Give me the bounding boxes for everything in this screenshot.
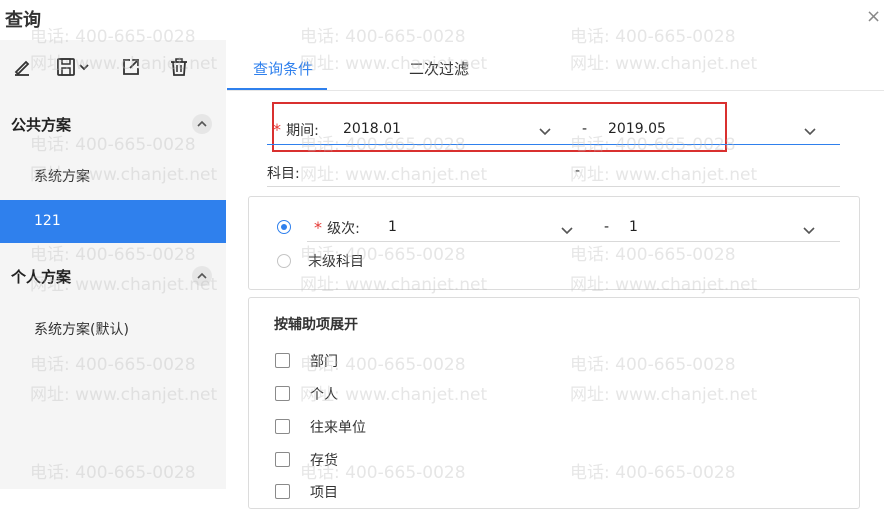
level-label-group: * 级次: [314, 218, 360, 238]
aux-expand-title: 按辅助项展开 [274, 317, 358, 333]
scheme-item-label: 121 [34, 213, 61, 229]
required-mark: * [273, 120, 281, 139]
checkbox-inventory[interactable] [275, 452, 290, 467]
scheme-item-121[interactable]: 121 [0, 200, 226, 243]
level-label: 级次: [327, 221, 360, 237]
subject-separator: - [575, 163, 581, 179]
subject-label: 科目: [267, 166, 300, 182]
export-icon[interactable] [119, 53, 143, 81]
level-separator: - [604, 219, 610, 235]
chevron-down-icon[interactable] [538, 122, 552, 141]
personal-schemes-title: 个人方案 [11, 268, 72, 286]
title-bar: 查询 × [0, 0, 884, 40]
leaf-subject-radio[interactable] [277, 254, 291, 268]
tab-query-conditions[interactable]: 查询条件 [253, 58, 313, 79]
period-label-group: * 期间: [273, 120, 319, 140]
checkbox-individual[interactable] [275, 386, 290, 401]
active-tab-indicator [227, 88, 327, 90]
scheme-item-label: 系统方案 [34, 169, 90, 185]
save-icon[interactable] [54, 53, 94, 81]
scheme-panel: 公共方案 系统方案 121 个人方案 系统方案(默认) [0, 40, 226, 489]
tab-secondary-filter[interactable]: 二次过滤 [409, 58, 469, 79]
trash-icon[interactable] [167, 53, 191, 81]
personal-schemes-header: 个人方案 [0, 256, 226, 296]
pencil-icon[interactable] [10, 53, 34, 81]
required-mark: * [314, 218, 322, 237]
chevron-down-icon[interactable] [803, 122, 817, 141]
public-schemes-header: 公共方案 [0, 104, 226, 144]
level-range-radio[interactable] [277, 220, 291, 234]
checkbox-label: 项目 [310, 485, 338, 501]
checkbox-counterparty[interactable] [275, 419, 290, 434]
close-icon[interactable]: × [866, 6, 881, 27]
tab-bar: 查询条件 二次过滤 [227, 40, 884, 91]
public-schemes-title: 公共方案 [11, 116, 72, 134]
chevron-down-icon[interactable] [560, 221, 574, 240]
scheme-toolbar [0, 40, 226, 94]
level-box [248, 196, 860, 290]
chevron-down-icon[interactable] [802, 221, 816, 240]
period-to-input[interactable]: 2019.05 [608, 121, 666, 137]
chevron-up-icon[interactable] [192, 266, 212, 286]
checkbox-label: 部门 [310, 354, 338, 370]
scheme-item-system[interactable]: 系统方案 [0, 153, 226, 197]
level-underline [307, 241, 840, 242]
level-from-input[interactable]: 1 [388, 219, 397, 235]
period-label: 期间: [286, 123, 319, 139]
period-separator: - [582, 121, 588, 137]
scheme-item-label: 系统方案(默认) [34, 322, 129, 338]
checkbox-label: 存货 [310, 453, 338, 469]
level-to-input[interactable]: 1 [629, 219, 638, 235]
leaf-subject-label: 末级科目 [308, 254, 364, 270]
dialog-title: 查询 [5, 10, 41, 31]
scheme-item-system-default[interactable]: 系统方案(默认) [0, 306, 226, 350]
checkbox-label: 个人 [310, 387, 338, 403]
checkbox-label: 往来单位 [310, 420, 366, 436]
checkbox-project[interactable] [275, 484, 290, 499]
period-from-input[interactable]: 2018.01 [343, 121, 401, 137]
chevron-up-icon[interactable] [192, 114, 212, 134]
period-underline [267, 144, 840, 145]
checkbox-department[interactable] [275, 353, 290, 368]
query-panel: 查询条件 二次过滤 * 期间: 2018.01 - 2019.05 科目: - … [227, 40, 884, 509]
subject-underline [267, 186, 840, 187]
